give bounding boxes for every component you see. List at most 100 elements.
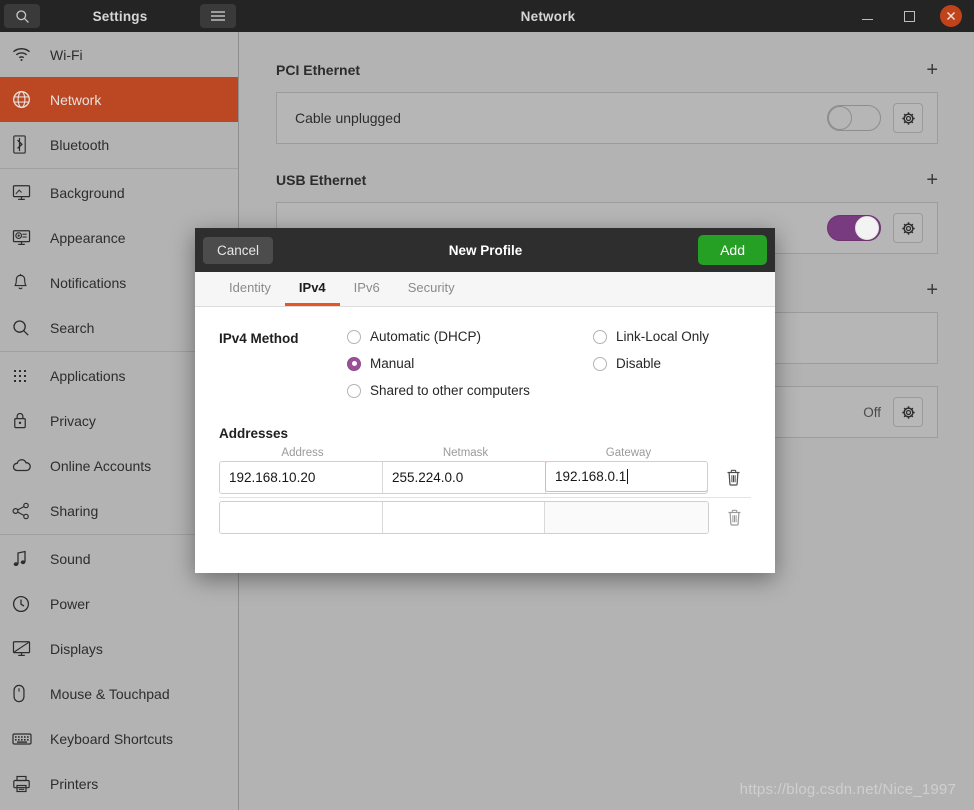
netmask-input-1[interactable] xyxy=(382,502,546,533)
column-header-address: Address xyxy=(281,447,324,459)
address-input-0[interactable]: 192.168.10.20 xyxy=(220,462,383,493)
fourth-device-settings-button[interactable] xyxy=(893,397,923,427)
settings-titlebar: Settings xyxy=(0,0,240,32)
device-off-status: Off xyxy=(863,404,881,420)
gateway-value: 192.168.0.1 xyxy=(555,469,627,484)
sidebar-item-power[interactable]: Power xyxy=(0,581,238,626)
pci-ethernet-settings-button[interactable] xyxy=(893,103,923,133)
delete-address-row-0-button[interactable] xyxy=(716,461,750,494)
add-usb-ethernet-profile-button[interactable]: + xyxy=(926,170,938,190)
search-icon xyxy=(15,9,29,23)
gateway-input-0[interactable]: 192.168.0.1 xyxy=(545,462,707,492)
sidebar-item-label: Search xyxy=(50,319,95,336)
close-icon xyxy=(946,11,956,21)
maximize-button[interactable] xyxy=(898,5,920,27)
radio-link-local-only[interactable]: Link-Local Only xyxy=(593,329,709,344)
tab-ipv6[interactable]: IPv6 xyxy=(340,272,394,306)
sidebar-item-label: Appearance xyxy=(50,229,126,246)
addresses-title: Addresses xyxy=(219,426,289,441)
netmask-input-0[interactable]: 255.224.0.0 xyxy=(383,462,546,493)
music-note-icon xyxy=(12,548,40,570)
address-row xyxy=(219,501,751,534)
tab-security[interactable]: Security xyxy=(394,272,469,306)
network-title: Network xyxy=(520,8,576,24)
ipv4-method-column-1: Automatic (DHCP) Manual Shared to other … xyxy=(347,329,593,398)
lock-icon xyxy=(12,410,40,432)
add-pci-ethernet-profile-button[interactable]: + xyxy=(926,60,938,80)
add-button[interactable]: Add xyxy=(698,235,767,265)
usb-ethernet-toggle[interactable] xyxy=(827,215,881,241)
sidebar-item-label: Online Accounts xyxy=(50,457,152,474)
sidebar-item-label: Sound xyxy=(50,550,91,567)
sidebar-item-label: Bluetooth xyxy=(50,136,110,153)
tab-identity[interactable]: Identity xyxy=(215,272,285,306)
pci-ethernet-toggle[interactable] xyxy=(827,105,881,131)
radio-dot-icon xyxy=(347,329,361,344)
magnifier-icon xyxy=(12,317,40,339)
new-profile-dialog: Cancel New Profile Add Identity IPv4 IPv… xyxy=(195,228,775,573)
sidebar-item-label: Power xyxy=(50,595,90,612)
sidebar-item-label: Keyboard Shortcuts xyxy=(50,730,173,747)
address-row: 192.168.10.20 255.224.0.0 192.168.0.1 xyxy=(219,461,751,494)
text-caret xyxy=(627,469,629,484)
device-status-label: Cable unplugged xyxy=(295,110,401,126)
tab-ipv4[interactable]: IPv4 xyxy=(284,272,340,306)
sidebar-item-wifi[interactable]: Wi-Fi xyxy=(0,32,238,77)
gear-icon xyxy=(901,111,915,125)
search-button[interactable] xyxy=(4,4,40,28)
sidebar-divider xyxy=(0,168,238,169)
sidebar-item-label: Privacy xyxy=(50,412,96,429)
radio-shared-to-other-computers[interactable]: Shared to other computers xyxy=(347,383,593,398)
bell-icon xyxy=(12,272,40,294)
globe-icon xyxy=(12,89,40,111)
sidebar-item-displays[interactable]: Displays xyxy=(0,626,238,671)
minimize-button[interactable] xyxy=(856,5,878,27)
sidebar-item-label: Background xyxy=(50,184,125,201)
ipv4-panel: IPv4 Method Automatic (DHCP) Manual Shar… xyxy=(195,307,775,534)
window-controls xyxy=(856,5,962,27)
delete-address-row-1-button[interactable] xyxy=(717,501,751,534)
column-header-gateway: Gateway xyxy=(605,447,652,459)
gear-icon xyxy=(901,405,915,419)
add-third-profile-button[interactable]: + xyxy=(926,280,938,300)
radio-disable[interactable]: Disable xyxy=(593,356,709,371)
radio-label: Manual xyxy=(370,356,415,371)
close-button[interactable] xyxy=(940,5,962,27)
main-menu-button[interactable] xyxy=(200,4,236,28)
address-row-fields xyxy=(219,501,710,534)
ipv4-method-row: IPv4 Method Automatic (DHCP) Manual Shar… xyxy=(219,329,751,398)
radio-dot-selected-icon xyxy=(347,356,361,371)
sidebar-item-network[interactable]: Network xyxy=(0,77,238,122)
watermark: https://blog.csdn.net/Nice_1997 xyxy=(739,781,956,798)
sidebar-item-background[interactable]: Background xyxy=(0,170,238,215)
radio-manual[interactable]: Manual xyxy=(347,356,593,371)
radio-dot-icon xyxy=(593,356,607,371)
screen: Settings Network Wi-Fi Network Bluetooth… xyxy=(0,0,974,810)
sidebar-item-bluetooth[interactable]: Bluetooth xyxy=(0,122,238,167)
gear-icon xyxy=(901,221,915,235)
sidebar-item-label: Sharing xyxy=(50,502,99,519)
cancel-button[interactable]: Cancel xyxy=(203,236,274,264)
address-input-1[interactable] xyxy=(220,502,383,533)
radio-automatic-dhcp[interactable]: Automatic (DHCP) xyxy=(347,329,593,344)
dialog-tabs: Identity IPv4 IPv6 Security xyxy=(195,272,775,307)
cloud-icon xyxy=(12,455,40,477)
usb-ethernet-settings-button[interactable] xyxy=(893,213,923,243)
radio-dot-icon xyxy=(593,329,607,344)
sidebar-item-label: Notifications xyxy=(50,274,127,291)
trash-icon xyxy=(728,509,741,526)
printer-icon xyxy=(12,773,40,795)
sidebar-item-label: Applications xyxy=(50,367,126,384)
gateway-input-1[interactable] xyxy=(545,502,709,533)
device-controls xyxy=(827,213,923,243)
ipv4-method-column-2: Link-Local Only Disable xyxy=(593,329,709,398)
device-row-pci-ethernet: Cable unplugged xyxy=(276,92,938,144)
dialog-title: New Profile xyxy=(448,242,523,258)
sidebar-item-mouse-touchpad[interactable]: Mouse & Touchpad xyxy=(0,671,238,716)
sidebar-item-keyboard-shortcuts[interactable]: Keyboard Shortcuts xyxy=(0,716,238,761)
sidebar-item-printers[interactable]: Printers xyxy=(0,761,238,806)
bluetooth-icon xyxy=(12,134,40,156)
trash-icon xyxy=(727,469,739,486)
monitor-picture-icon xyxy=(12,182,40,204)
sidebar-item-label: Mouse & Touchpad xyxy=(50,685,170,702)
